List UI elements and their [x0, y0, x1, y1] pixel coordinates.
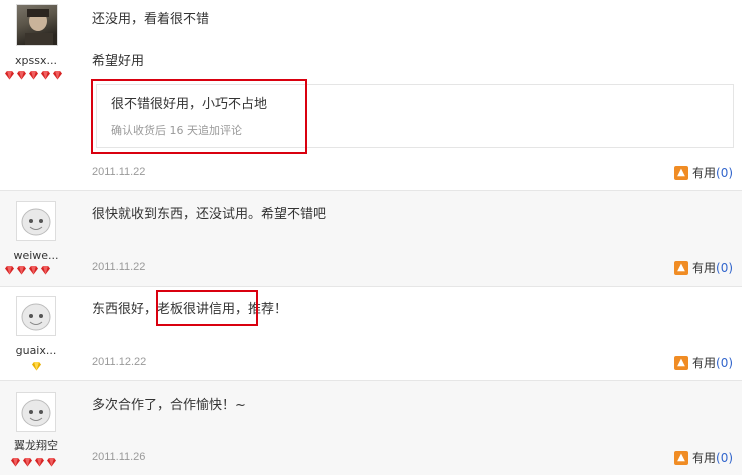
useful-label: 有用: [692, 451, 717, 465]
thumb-up-icon: ▲: [674, 450, 688, 465]
red-diamond-icon: [23, 458, 32, 467]
red-diamond-icon: [29, 266, 38, 275]
red-diamond-icon: [53, 71, 62, 80]
default-avatar-icon: [21, 303, 51, 331]
useful-count[interactable]: (0): [716, 166, 733, 180]
user-avatar[interactable]: [16, 392, 56, 432]
review-date: 2011.11.22: [92, 166, 146, 178]
red-diamond-icon: [5, 71, 14, 80]
useful-button[interactable]: ▲ 有用 (0): [674, 259, 733, 276]
useful-button[interactable]: ▲ 有用 (0): [674, 354, 733, 371]
review-text-line-2: 希望好用: [92, 54, 145, 69]
review-text-before: 东西很好，: [92, 302, 158, 317]
thumb-up-icon: ▲: [674, 260, 688, 275]
useful-label: 有用: [692, 261, 717, 275]
review-item: weiwe... 很快就收到东西，还没试用。希望不错吧 2011.11.22 ▲…: [0, 191, 742, 287]
useful-count[interactable]: (0): [716, 356, 733, 370]
red-diamond-icon: [29, 71, 38, 80]
red-diamond-icon: [41, 266, 50, 275]
highlight-box: [156, 290, 258, 326]
rating-gems: [10, 457, 58, 468]
review-item: 翼龙翔空 多次合作了，合作愉快！~ 2011.11.26 ▲ 有用 (0): [0, 381, 742, 475]
red-diamond-icon: [17, 71, 26, 80]
username[interactable]: weiwe...: [0, 249, 72, 262]
red-diamond-icon: [17, 266, 26, 275]
review-item: xpssx... 还没用，看着很不错 希望好用 很不错很好用，小巧不占地 确认收…: [0, 0, 742, 191]
thumb-up-icon: ▲: [674, 355, 688, 370]
user-avatar[interactable]: [16, 296, 56, 336]
default-avatar-icon: [21, 208, 51, 236]
review-text-line-1: 很快就收到东西，还没试用。希望不错吧: [92, 207, 327, 222]
user-avatar[interactable]: [16, 4, 58, 46]
rating-gems: [4, 70, 64, 81]
useful-button[interactable]: ▲ 有用 (0): [674, 164, 733, 181]
useful-count[interactable]: (0): [716, 261, 733, 275]
avatar-photo-icon: [25, 9, 53, 45]
highlight-box: [91, 79, 307, 154]
review-item: guaix... 东西很好，老板很讲信用，推荐！ 2011.12.22 ▲ 有用…: [0, 287, 742, 381]
username[interactable]: guaix...: [0, 344, 72, 357]
default-avatar-icon: [21, 399, 51, 427]
yellow-heart-icon: [32, 362, 41, 371]
rating-gems: [4, 265, 52, 276]
rating-gems: [31, 361, 43, 372]
red-diamond-icon: [41, 71, 50, 80]
red-diamond-icon: [47, 458, 56, 467]
review-date: 2011.11.26: [92, 451, 146, 463]
user-avatar[interactable]: [16, 201, 56, 241]
thumb-up-icon: ▲: [674, 165, 688, 180]
useful-label: 有用: [692, 166, 717, 180]
review-text-line-1: 还没用，看着很不错: [92, 12, 210, 27]
username[interactable]: 翼龙翔空: [0, 437, 72, 453]
useful-label: 有用: [692, 356, 717, 370]
red-diamond-icon: [35, 458, 44, 467]
username[interactable]: xpssx...: [0, 54, 72, 67]
useful-button[interactable]: ▲ 有用 (0): [674, 449, 733, 466]
review-date: 2011.11.22: [92, 261, 146, 273]
review-date: 2011.12.22: [92, 356, 147, 368]
review-text-line-1: 多次合作了，合作愉快！~: [92, 398, 246, 413]
useful-count[interactable]: (0): [716, 451, 733, 465]
red-diamond-icon: [11, 458, 20, 467]
red-diamond-icon: [5, 266, 14, 275]
